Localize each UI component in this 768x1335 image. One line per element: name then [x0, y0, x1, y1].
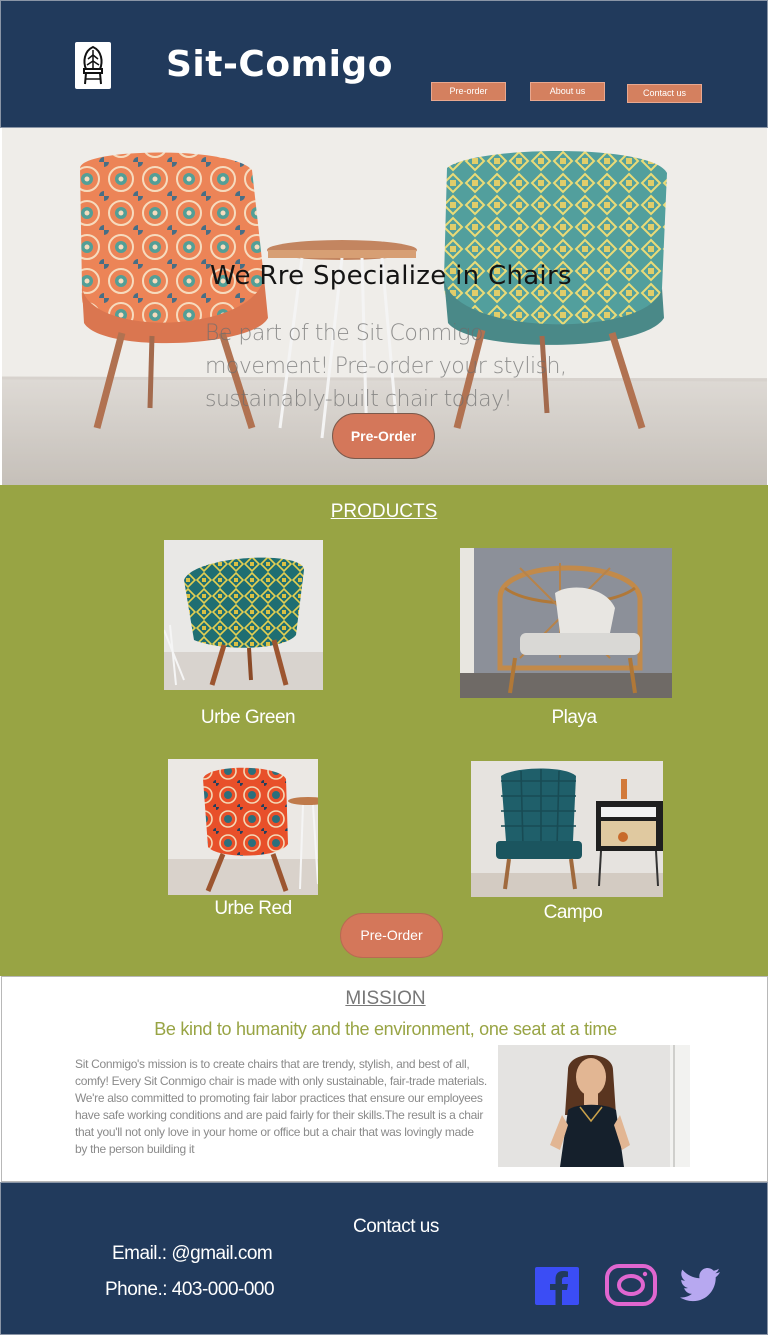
product-name[interactable]: Urbe Red — [210, 898, 296, 920]
nav-about-button[interactable]: About us — [530, 82, 605, 101]
brand-name[interactable]: Sit-Comigo — [166, 44, 393, 85]
urbe-green-image[interactable] — [164, 540, 323, 690]
campo-image[interactable] — [471, 761, 663, 897]
product-name[interactable]: Campo — [528, 902, 618, 924]
product-name[interactable]: Urbe Green — [164, 707, 332, 729]
site-footer: Contact us Email.: @gmail.com Phone.: 40… — [0, 1182, 768, 1335]
mission-text: Sit Conmigo's mission is to create chair… — [75, 1057, 487, 1156]
products-title: PRODUCTS — [330, 501, 438, 522]
hero-title: We Rre Specialize in Chairs — [210, 261, 572, 291]
hero-preorder-button[interactable]: Pre-Order — [332, 413, 435, 459]
twitter-icon[interactable] — [680, 1267, 722, 1303]
products-section: PRODUCTS Urbe Green Playa Urbe Red Campo… — [0, 485, 768, 976]
nav-preorder-button[interactable]: Pre-order — [431, 82, 506, 101]
phone-text[interactable]: Phone.: 403-000-000 — [105, 1279, 275, 1301]
mission-tagline: Be kind to humanity and the environment,… — [154, 1019, 617, 1039]
instagram-icon[interactable] — [604, 1263, 658, 1307]
facebook-icon[interactable] — [533, 1265, 581, 1307]
email-text[interactable]: Email.: @gmail.com — [112, 1243, 273, 1265]
hero-subtitle: Be part of the Sit Conmigo movement! Pre… — [205, 321, 567, 412]
contact-title: Contact us — [353, 1216, 439, 1237]
hero-banner: We Rre Specialize in Chairs Be part of t… — [2, 128, 767, 485]
chair-logo-icon[interactable] — [75, 42, 111, 89]
nav-contact-button[interactable]: Contact us — [627, 84, 702, 103]
playa-image[interactable] — [460, 548, 672, 698]
mission-section: MISSION Be kind to humanity and the envi… — [1, 976, 768, 1182]
products-preorder-button[interactable]: Pre-Order — [340, 913, 443, 958]
product-name[interactable]: Playa — [534, 707, 614, 729]
mission-title: MISSION — [345, 988, 426, 1009]
mission-photo — [498, 1045, 690, 1167]
site-header: Sit-Comigo Pre-order About us Contact us — [0, 0, 768, 128]
urbe-red-image[interactable] — [168, 759, 318, 895]
